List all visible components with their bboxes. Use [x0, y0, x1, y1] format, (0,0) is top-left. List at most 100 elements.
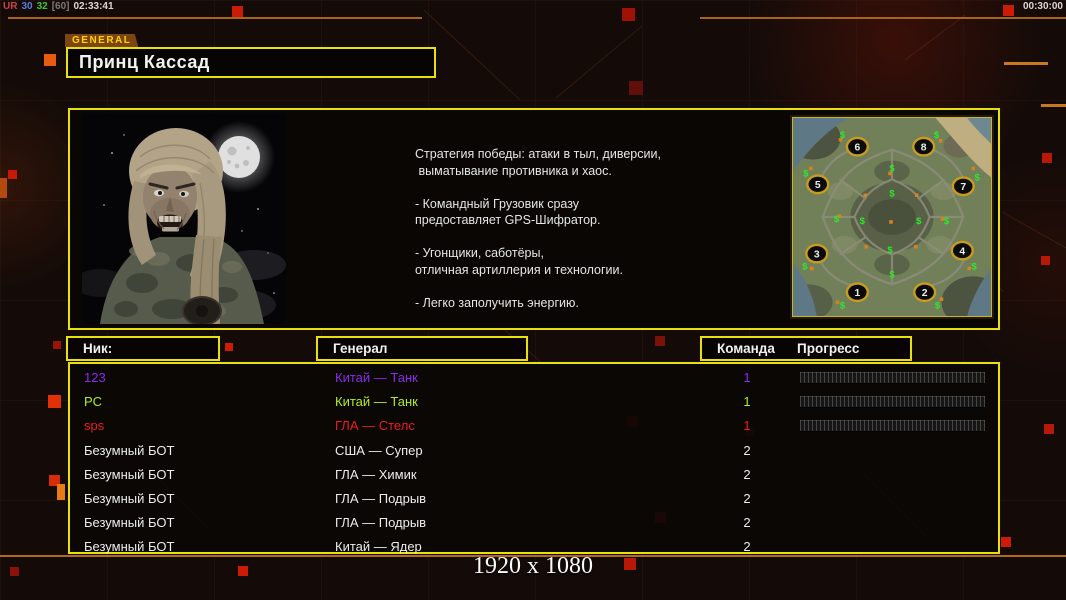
table-row: Безумный БОТ ГЛА — Подрыв 2	[70, 511, 994, 535]
svg-text:3: 3	[814, 249, 820, 260]
header-nick: Ник:	[66, 336, 220, 361]
minimap-image: $$$$$$$$$$$$$$$$12345678	[793, 118, 991, 316]
decor-square	[225, 343, 233, 351]
player-team: 1	[734, 370, 760, 385]
decor-square	[629, 81, 643, 95]
header-general-label: Генерал	[318, 341, 387, 356]
progress-bar	[800, 396, 985, 407]
general-name: Принц Кассад	[68, 52, 210, 73]
player-nick: 123	[84, 370, 106, 385]
svg-text:$: $	[975, 172, 981, 183]
player-general: ГЛА — Подрыв	[335, 515, 426, 530]
decor-square	[8, 170, 17, 179]
player-general: ГЛА — Стелс	[335, 418, 415, 433]
svg-text:$: $	[935, 299, 941, 310]
hud-stat-segment: [60]	[52, 1, 70, 12]
player-general: ГЛА — Химик	[335, 467, 417, 482]
player-nick: Безумный БОТ	[84, 491, 174, 506]
map-preview: $$$$$$$$$$$$$$$$12345678	[792, 117, 992, 317]
table-row: 123 Китай — Танк 1	[70, 366, 994, 390]
decor-square	[0, 178, 7, 198]
header-nick-label: Ник:	[68, 341, 112, 356]
player-team: 1	[734, 418, 760, 433]
svg-text:8: 8	[921, 142, 927, 153]
player-team: 2	[734, 467, 760, 482]
header-team-progress: Команда Прогресс	[700, 336, 912, 361]
svg-text:$: $	[860, 215, 866, 226]
svg-text:$: $	[944, 215, 950, 226]
svg-text:$: $	[887, 244, 893, 255]
decor-square	[1001, 537, 1011, 547]
header-progress-label: Прогресс	[797, 341, 859, 356]
decor-square	[622, 8, 635, 21]
hud-stat-segment: 32	[37, 1, 48, 12]
player-team: 1	[734, 394, 760, 409]
decor-square	[1044, 424, 1054, 434]
progress-bar	[800, 420, 985, 431]
player-nick: Безумный БОТ	[84, 443, 174, 458]
svg-text:4: 4	[959, 246, 965, 257]
svg-text:$: $	[840, 299, 846, 310]
svg-text:$: $	[889, 187, 895, 198]
svg-text:$: $	[802, 261, 808, 272]
header-general: Генерал	[316, 336, 528, 361]
player-nick: sps	[84, 418, 104, 433]
decor-square	[1041, 256, 1050, 265]
player-general: США — Супер	[335, 443, 423, 458]
table-row: Безумный БОТ ГЛА — Химик 2	[70, 463, 994, 487]
svg-text:2: 2	[922, 288, 928, 299]
decor-square	[48, 395, 61, 408]
table-row: sps ГЛА — Стелс 1	[70, 414, 994, 438]
table-row: PC Китай — Танк 1	[70, 390, 994, 414]
player-nick: Безумный БОТ	[84, 515, 174, 530]
decor-line	[700, 17, 1066, 19]
hud-stats-overlay: UR 30 32 [60] 02:33:41	[3, 1, 118, 12]
resolution-text: 1920 x 1080	[0, 553, 1066, 580]
player-team: 2	[734, 443, 760, 458]
strategy-text: Стратегия победы: атаки в тыл, диверсии,…	[415, 146, 745, 311]
general-tab: GENERAL	[65, 34, 138, 47]
svg-text:$: $	[803, 168, 809, 179]
svg-text:$: $	[889, 163, 895, 174]
svg-text:1: 1	[854, 288, 860, 299]
player-general: Китай — Танк	[335, 394, 418, 409]
player-nick: Безумный БОТ	[84, 467, 174, 482]
general-name-box: Принц Кассад	[66, 47, 436, 78]
player-nick: PC	[84, 394, 102, 409]
hud-stat-segment: 30	[21, 1, 32, 12]
svg-text:$: $	[834, 213, 840, 224]
header-team-label: Команда	[702, 341, 775, 356]
svg-text:$: $	[840, 129, 846, 140]
svg-text:5: 5	[815, 180, 821, 191]
svg-text:$: $	[972, 261, 978, 272]
decor-square	[44, 54, 56, 66]
svg-text:$: $	[934, 129, 940, 140]
svg-text:$: $	[916, 215, 922, 226]
general-portrait	[82, 113, 286, 324]
table-row: Безумный БОТ США — Супер 2	[70, 439, 994, 463]
progress-bar	[800, 372, 985, 383]
decor-square	[232, 6, 243, 17]
players-table: 123 Китай — Танк 1 PC Китай — Танк 1 sps ГЛА — …	[68, 362, 1000, 554]
general-info-panel: Стратегия победы: атаки в тыл, диверсии,…	[68, 108, 1000, 330]
portrait-image	[82, 113, 286, 324]
decor-line	[1041, 104, 1066, 107]
player-team: 2	[734, 491, 760, 506]
player-general: Китай — Танк	[335, 370, 418, 385]
svg-text:7: 7	[960, 182, 966, 193]
general-tab-label: GENERAL	[72, 35, 131, 46]
table-row: Безумный БОТ ГЛА — Подрыв 2	[70, 487, 994, 511]
decor-square	[53, 341, 61, 349]
hud-stat-segment: 02:33:41	[74, 1, 114, 12]
player-general: ГЛА — Подрыв	[335, 491, 426, 506]
decor-square	[1003, 5, 1014, 16]
match-timer: 00:30:00	[1023, 1, 1063, 12]
decor-square	[655, 336, 665, 346]
decor-line	[1004, 62, 1048, 65]
decor-square	[57, 484, 65, 500]
player-team: 2	[734, 515, 760, 530]
decor-line	[8, 17, 422, 19]
hud-stat-segment: UR	[3, 1, 17, 12]
loading-screen: UR3032[60]02:33:41 00:30:00 GENERAL Прин…	[0, 0, 1066, 600]
svg-text:$: $	[889, 269, 895, 280]
